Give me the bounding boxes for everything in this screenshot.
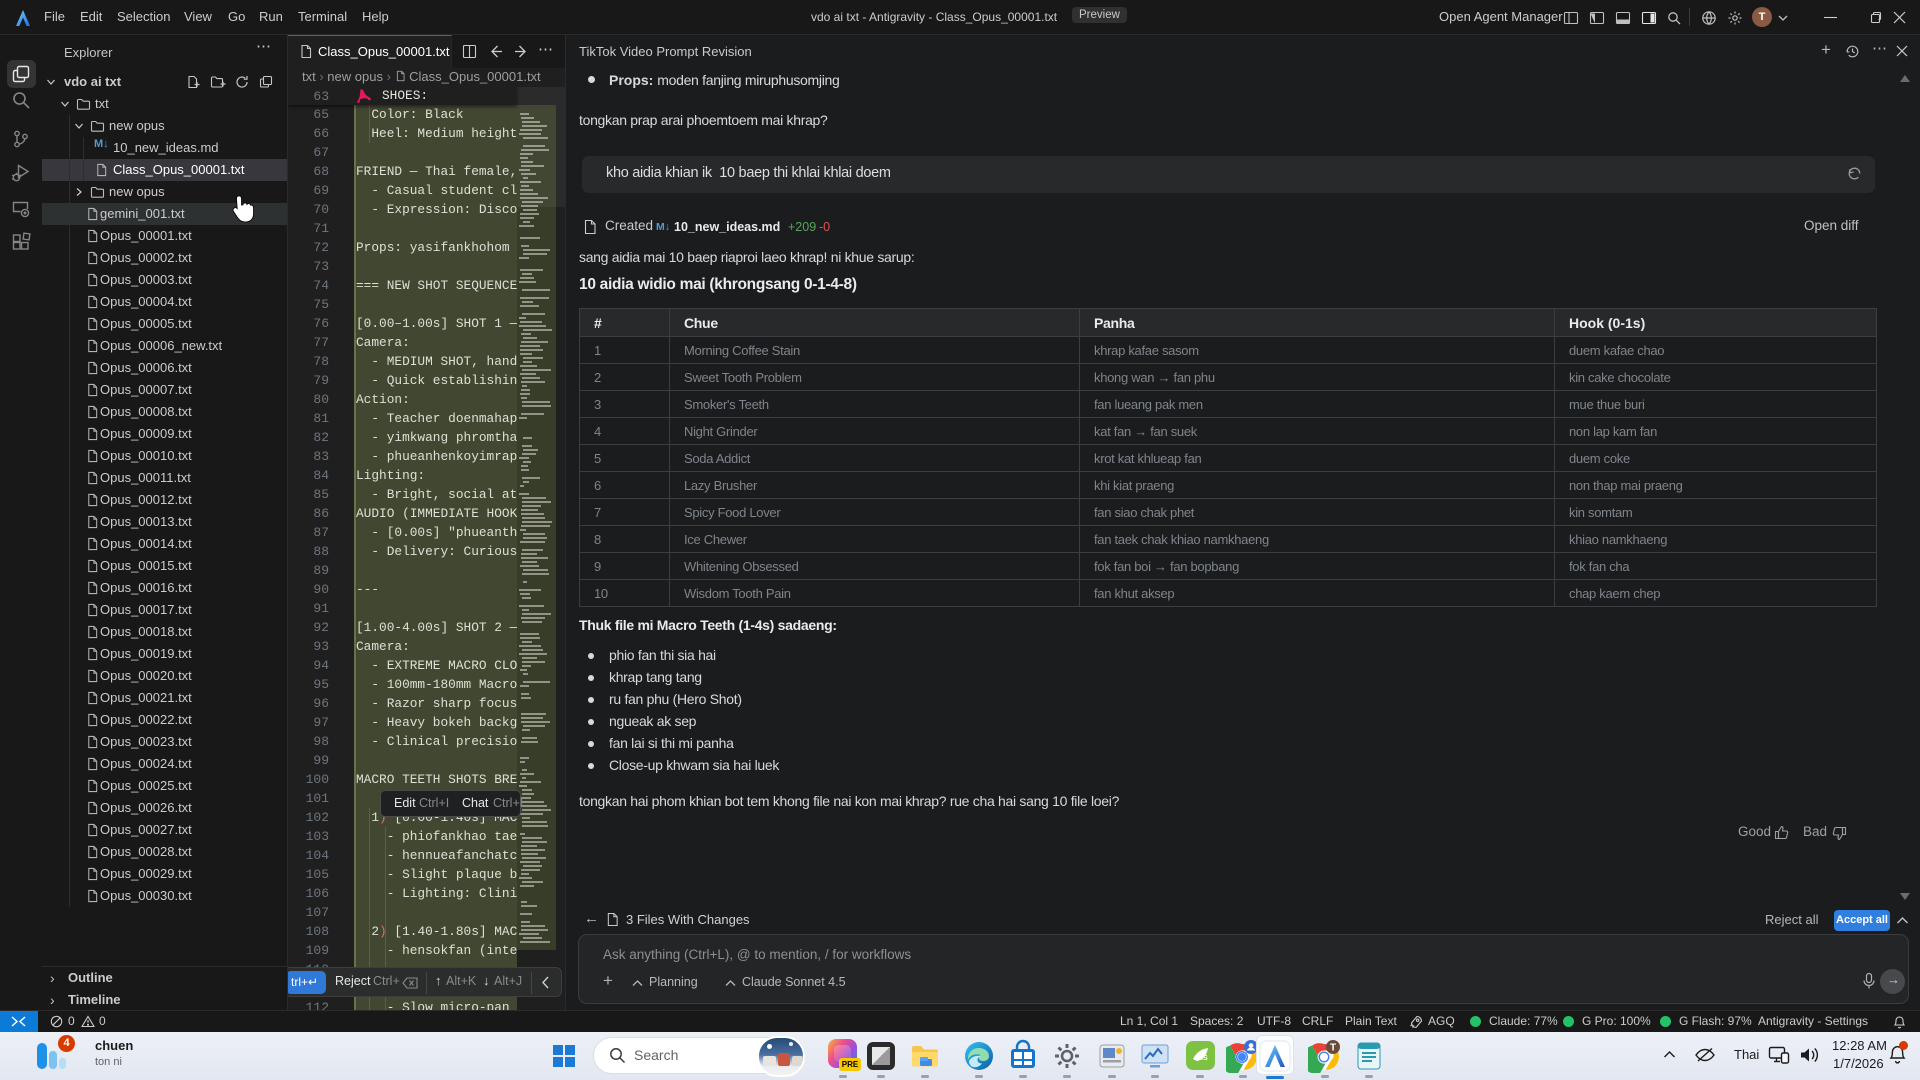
svg-text:T: T <box>1330 1043 1336 1054</box>
